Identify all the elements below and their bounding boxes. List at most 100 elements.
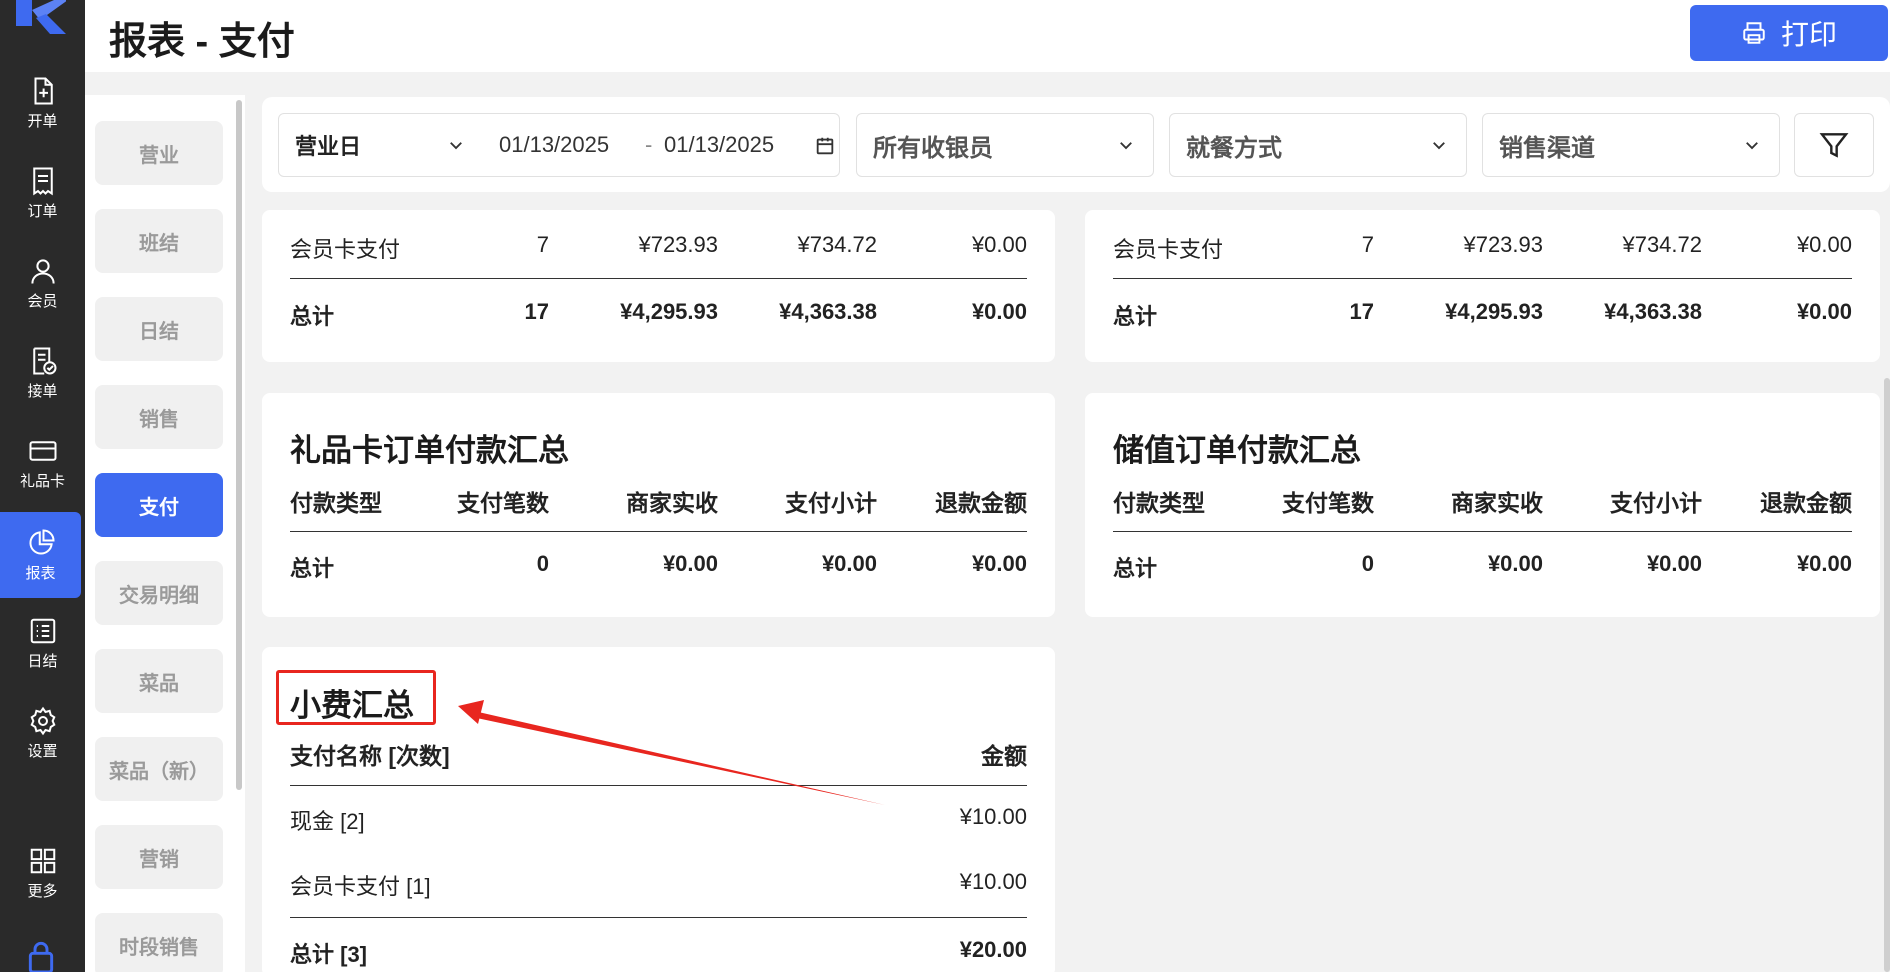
header-subtotal: 支付小计	[785, 490, 877, 516]
divider	[290, 917, 1027, 918]
cell-payment-name: 会员卡支付 [1]	[290, 874, 431, 899]
header-count: 支付笔数	[457, 490, 549, 516]
date-to[interactable]: 01/13/2025	[664, 132, 774, 158]
chevron-down-icon	[1746, 142, 1758, 150]
divider	[290, 531, 1027, 532]
table-row: 会员卡支付 7 ¥723.93 ¥734.72 ¥0.00	[1113, 232, 1852, 272]
nav-label: 订单	[27, 202, 58, 220]
nav-item-settings[interactable]: 设置	[0, 690, 85, 776]
cell-received: ¥4,295.93	[1445, 299, 1543, 324]
nav-label: 会员	[27, 292, 58, 310]
date-separator: -	[645, 132, 653, 157]
cell-type: 会员卡支付	[1113, 237, 1224, 262]
pie-chart-icon	[28, 528, 55, 555]
print-button[interactable]: 打印	[1690, 5, 1888, 61]
subnav-shift-close[interactable]: 班结	[95, 209, 223, 273]
nav-item-more[interactable]: 更多	[0, 830, 85, 916]
nav-item-open-order[interactable]: 开单	[0, 60, 85, 146]
subnav-sales[interactable]: 销售	[95, 385, 223, 449]
cell-received: ¥4,295.93	[620, 299, 718, 324]
cell-type: 总计	[290, 556, 335, 581]
subnav-transactions[interactable]: 交易明细	[95, 561, 223, 625]
date-type-select[interactable]: 营业日	[295, 129, 361, 161]
header-received: 商家实收	[1451, 490, 1543, 516]
payment-summary-card-right: 会员卡支付 7 ¥723.93 ¥734.72 ¥0.00 总计 17 ¥4,2…	[1085, 210, 1880, 362]
annotation-highlight-box	[276, 670, 436, 725]
card-title: 储值订单付款汇总	[1113, 433, 1361, 468]
subnav-dishes[interactable]: 菜品	[95, 649, 223, 713]
cell-type: 总计	[1113, 556, 1158, 581]
cell-refund: ¥0.00	[971, 232, 1027, 257]
cell-refund: ¥0.00	[971, 551, 1027, 576]
table-row: 现金 [2] ¥10.00	[290, 804, 1027, 844]
cell-amount: ¥20.00	[959, 937, 1027, 962]
subnav-marketing[interactable]: 营销	[95, 825, 223, 889]
page-title: 报表 - 支付	[109, 21, 295, 63]
date-range-filter[interactable]: 营业日 01/13/2025 - 01/13/2025	[278, 113, 840, 177]
order-check-icon	[32, 347, 56, 374]
cell-type: 会员卡支付	[290, 237, 401, 262]
cell-count: 0	[536, 551, 549, 576]
divider	[290, 278, 1027, 279]
channel-value: 销售渠道	[1499, 134, 1595, 162]
divider	[290, 785, 1027, 786]
printer-icon	[1743, 22, 1765, 44]
nav-label: 接单	[27, 382, 58, 400]
subnav-business[interactable]: 营业	[95, 121, 223, 185]
nav-label: 开单	[27, 112, 58, 130]
app-logo	[16, 0, 66, 34]
date-from[interactable]: 01/13/2025	[499, 132, 609, 158]
subnav-daily-close[interactable]: 日结	[95, 297, 223, 361]
cell-received: ¥0.00	[662, 551, 718, 576]
nav-item-daily-close[interactable]: 日结	[0, 600, 85, 686]
stored-value-payment-card: 储值订单付款汇总 付款类型 支付笔数 商家实收 支付小计 退款金额 总计 0 ¥…	[1085, 393, 1880, 617]
cell-subtotal: ¥4,363.38	[1604, 299, 1702, 324]
page-header: 报表 - 支付 打印	[85, 0, 1890, 72]
nav-item-accept-order[interactable]: 接单	[0, 330, 85, 416]
left-nav: 开单 订单 会员 接单 礼品卡 报表 日结 设置 更多	[0, 0, 85, 972]
nav-label: 日结	[27, 652, 58, 670]
sales-channel-select[interactable]: 销售渠道	[1482, 113, 1780, 177]
nav-item-giftcard[interactable]: 礼品卡	[0, 420, 85, 506]
cell-count: 7	[1361, 232, 1374, 257]
header-amount: 金额	[981, 743, 1027, 769]
lock-icon[interactable]	[25, 940, 57, 972]
total-row: 总计 [3] ¥20.00	[290, 937, 1027, 972]
cell-received: ¥723.93	[638, 232, 718, 257]
header-refund: 退款金额	[1760, 490, 1852, 516]
table-row: 会员卡支付 7 ¥723.93 ¥734.72 ¥0.00	[290, 232, 1027, 272]
cashier-select[interactable]: 所有收银员	[856, 113, 1154, 177]
nav-item-members[interactable]: 会员	[0, 240, 85, 326]
cell-subtotal: ¥4,363.38	[779, 299, 877, 324]
total-row: 总计 17 ¥4,295.93 ¥4,363.38 ¥0.00	[290, 299, 1027, 339]
table-header: 付款类型 支付笔数 商家实收 支付小计 退款金额	[1113, 484, 1852, 524]
nav-label: 更多	[27, 882, 58, 900]
chevron-down-icon	[1433, 142, 1445, 150]
nav-item-orders[interactable]: 订单	[0, 150, 85, 236]
filter-bar: 营业日 01/13/2025 - 01/13/2025 所有收银员 就餐方式 销…	[262, 97, 1890, 192]
cell-count: 7	[536, 232, 549, 257]
table-header: 支付名称 [次数] 金额	[290, 737, 1027, 777]
main-scrollbar[interactable]	[1884, 378, 1890, 972]
nav-item-reports[interactable]: 报表	[0, 512, 81, 598]
header-payment-name: 支付名称 [次数]	[290, 743, 450, 769]
subnav-payment[interactable]: 支付	[95, 473, 223, 537]
cell-count: 0	[1361, 551, 1374, 576]
dining-mode-select[interactable]: 就餐方式	[1169, 113, 1467, 177]
header-subtotal: 支付小计	[1610, 490, 1702, 516]
cell-subtotal: ¥0.00	[1646, 551, 1702, 576]
calendar-icon[interactable]	[814, 135, 836, 157]
filter-button[interactable]	[1794, 113, 1874, 177]
cashier-value: 所有收银员	[873, 134, 993, 162]
receipt-icon	[32, 167, 53, 195]
print-label: 打印	[1780, 19, 1837, 50]
giftcard-payment-card: 礼品卡订单付款汇总 付款类型 支付笔数 商家实收 支付小计 退款金额 总计 0 …	[262, 393, 1055, 617]
card-icon	[29, 440, 56, 461]
subnav-scrollbar[interactable]	[236, 100, 242, 790]
subnav-hourly-sales[interactable]: 时段销售	[95, 913, 223, 972]
chevron-down-icon	[450, 142, 462, 150]
cell-count: 17	[524, 299, 549, 324]
cell-refund: ¥0.00	[971, 299, 1027, 324]
chevron-down-icon	[1120, 142, 1132, 150]
subnav-dishes-new[interactable]: 菜品（新）	[95, 737, 223, 801]
